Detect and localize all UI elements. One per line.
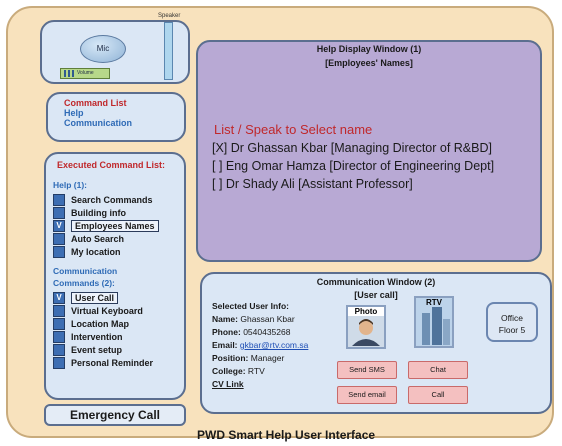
command-label: Building info — [71, 207, 126, 218]
command-label: Intervention — [71, 331, 123, 342]
photo-label: Photo — [348, 307, 384, 316]
mic-button[interactable]: Mic — [80, 35, 126, 63]
help-window-subtitle: [Employees' Names] — [325, 58, 413, 68]
comm-command-personal-reminder[interactable]: Personal Reminder — [53, 356, 184, 369]
checkbox[interactable] — [53, 317, 65, 330]
volume-bar-icon — [72, 70, 74, 77]
college-label: College: — [212, 366, 246, 376]
help-command-list: Search Commands Building info V Employee… — [53, 193, 184, 258]
checkbox[interactable] — [53, 343, 65, 356]
rtv-label: RTV — [426, 298, 442, 307]
speaker-icon[interactable] — [164, 22, 173, 80]
checkbox-checked[interactable]: V — [53, 291, 65, 304]
chat-button[interactable]: Chat — [408, 361, 468, 379]
mic-label: Mic — [96, 44, 110, 53]
help-window-prompt: List / Speak to Select name — [214, 122, 373, 137]
help-command-my-location[interactable]: My location — [53, 245, 184, 258]
checkbox-checked[interactable]: V — [53, 219, 65, 232]
checkbox[interactable] — [53, 330, 65, 343]
comm-command-user-call[interactable]: V User Call — [53, 291, 184, 304]
communication-section-header-2: Commands (2): — [53, 278, 115, 288]
employee-name-item[interactable]: [X] Dr Ghassan Kbar [Managing Director o… — [212, 139, 494, 157]
email-label: Email: — [212, 340, 238, 350]
employee-name-item[interactable]: [ ] Eng Omar Hamza [Director of Engineer… — [212, 157, 494, 175]
comm-window-title: Communication Window (2) — [316, 277, 436, 287]
speaker-label: Speaker — [158, 13, 181, 19]
command-label: My location — [71, 246, 121, 257]
help-command-employees-names[interactable]: V Employees Names — [53, 219, 184, 232]
executed-title: Executed Command List: — [57, 160, 166, 170]
name-label: Name: — [212, 314, 238, 324]
phone-label: Phone: — [212, 327, 241, 337]
help-window-title: Help Display Window (1) — [316, 44, 422, 54]
command-label: Location Map — [71, 318, 129, 329]
user-photo: Photo — [346, 305, 386, 349]
command-list-panel: Command List Help Communication — [46, 92, 186, 142]
command-label: User Call — [71, 291, 119, 304]
checkbox[interactable] — [53, 193, 65, 206]
command-label: Employees Names — [71, 219, 159, 232]
checkbox[interactable] — [53, 206, 65, 219]
comm-command-location-map[interactable]: Location Map — [53, 317, 184, 330]
checkbox[interactable] — [53, 245, 65, 258]
checkbox[interactable] — [53, 356, 65, 369]
office-location-button[interactable]: Office Floor 5 — [486, 302, 538, 342]
building-icon — [422, 307, 450, 345]
executed-command-panel: Executed Command List: Help (1): Search … — [44, 152, 186, 400]
command-label: Auto Search — [71, 233, 125, 244]
name-value: Ghassan Kbar — [240, 314, 295, 324]
comm-window-subtitle: [User call] — [354, 290, 398, 300]
volume-bar-icon — [64, 70, 66, 77]
office-line-1: Office — [500, 313, 524, 323]
emergency-call-button[interactable]: Emergency Call — [44, 404, 186, 426]
help-section-header: Help (1): — [53, 180, 87, 190]
volume-slider[interactable]: Volume — [60, 68, 110, 79]
command-list-title: Command List — [64, 98, 127, 108]
person-icon — [352, 319, 380, 346]
email-link[interactable]: gkbar@rtv.com.sa — [240, 340, 308, 350]
command-label: Personal Reminder — [71, 357, 154, 368]
volume-bar-icon — [68, 70, 70, 77]
send-email-button[interactable]: Send email — [337, 386, 397, 404]
comm-command-intervention[interactable]: Intervention — [53, 330, 184, 343]
volume-label: Volume — [77, 70, 94, 76]
help-command-auto-search[interactable]: Auto Search — [53, 232, 184, 245]
command-label: Virtual Keyboard — [71, 305, 143, 316]
communication-command-list: V User Call Virtual Keyboard Location Ma… — [53, 291, 184, 369]
position-value: Manager — [250, 353, 285, 363]
phone-value: 0540435268 — [243, 327, 291, 337]
send-sms-button[interactable]: Send SMS — [337, 361, 397, 379]
cv-link[interactable]: CV Link — [212, 379, 244, 389]
rtv-building-image: RTV — [414, 296, 454, 348]
help-command-building-info[interactable]: Building info — [53, 206, 184, 219]
comm-command-event-setup[interactable]: Event setup — [53, 343, 184, 356]
info-header: Selected User Info: — [212, 301, 289, 311]
office-line-2: Floor 5 — [498, 325, 526, 335]
selected-user-info: Selected User Info: Name: Ghassan Kbar P… — [212, 300, 308, 391]
comm-command-virtual-keyboard[interactable]: Virtual Keyboard — [53, 304, 184, 317]
employee-name-item[interactable]: [ ] Dr Shady Ali [Assistant Professor] — [212, 175, 494, 193]
employee-name-list: [X] Dr Ghassan Kbar [Managing Director o… — [212, 139, 494, 193]
call-button[interactable]: Call — [408, 386, 468, 404]
position-label: Position: — [212, 353, 249, 363]
checkbox[interactable] — [53, 232, 65, 245]
communication-section-header: Communication — [53, 266, 118, 276]
college-value: RTV — [247, 366, 265, 376]
help-command-search[interactable]: Search Commands — [53, 193, 184, 206]
checkbox[interactable] — [53, 304, 65, 317]
command-label: Event setup — [71, 344, 123, 355]
footer-title: PWD Smart Help User Interface — [197, 428, 376, 442]
command-item-communication[interactable]: Communication — [64, 118, 184, 128]
command-item-help[interactable]: Help — [64, 108, 184, 118]
command-label: Search Commands — [71, 194, 153, 205]
